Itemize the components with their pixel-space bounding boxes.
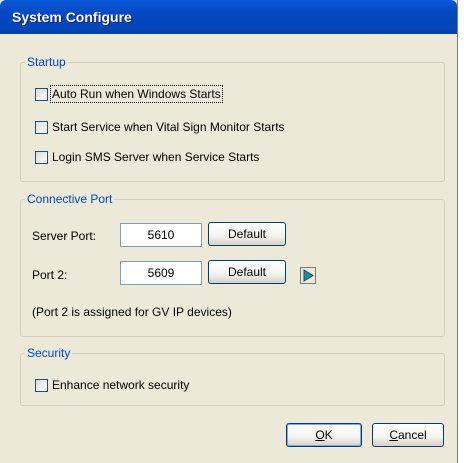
play-arrow-icon: [303, 269, 314, 282]
login-sms-checkbox[interactable]: [35, 150, 48, 164]
cancel-button[interactable]: Cancel: [372, 423, 444, 447]
start-service-option[interactable]: Start Service when Vital Sign Monitor St…: [35, 120, 285, 134]
ok-button[interactable]: OK: [286, 423, 362, 447]
port2-label: Port 2:: [32, 268, 68, 282]
start-service-label: Start Service when Vital Sign Monitor St…: [52, 120, 285, 134]
server-port-default-button[interactable]: Default: [208, 222, 286, 246]
window-title: System Configure: [12, 9, 132, 25]
start-service-checkbox[interactable]: [35, 120, 48, 134]
auto-run-checkbox[interactable]: [35, 87, 48, 101]
cancel-label-rest: ancel: [397, 428, 427, 442]
server-port-input[interactable]: 5610: [120, 223, 202, 247]
port2-note: (Port 2 is assigned for GV IP devices): [32, 305, 232, 319]
port2-expand-button[interactable]: [300, 267, 316, 284]
startup-legend: Startup: [27, 55, 66, 69]
enhance-security-checkbox[interactable]: [35, 378, 48, 392]
ok-label-rest: K: [324, 428, 333, 442]
login-sms-label: Login SMS Server when Service Starts: [52, 150, 260, 164]
enhance-security-option[interactable]: Enhance network security: [35, 378, 189, 392]
title-bar[interactable]: System Configure: [0, 0, 457, 34]
cancel-accelerator: C: [389, 428, 398, 442]
security-legend: Security: [27, 346, 71, 360]
auto-run-option[interactable]: Auto Run when Windows Starts: [35, 85, 223, 103]
server-port-label: Server Port:: [32, 229, 97, 243]
auto-run-label: Auto Run when Windows Starts: [50, 85, 223, 103]
port2-input[interactable]: 5609: [120, 261, 202, 285]
system-configure-dialog: System Configure Startup Auto Run when W…: [0, 0, 458, 463]
enhance-security-label: Enhance network security: [52, 378, 190, 392]
login-sms-option[interactable]: Login SMS Server when Service Starts: [35, 150, 259, 164]
port2-default-button[interactable]: Default: [208, 260, 286, 284]
security-group: Security: [20, 346, 445, 406]
connective-port-legend: Connective Port: [27, 192, 113, 206]
ok-accelerator: O: [315, 428, 325, 442]
